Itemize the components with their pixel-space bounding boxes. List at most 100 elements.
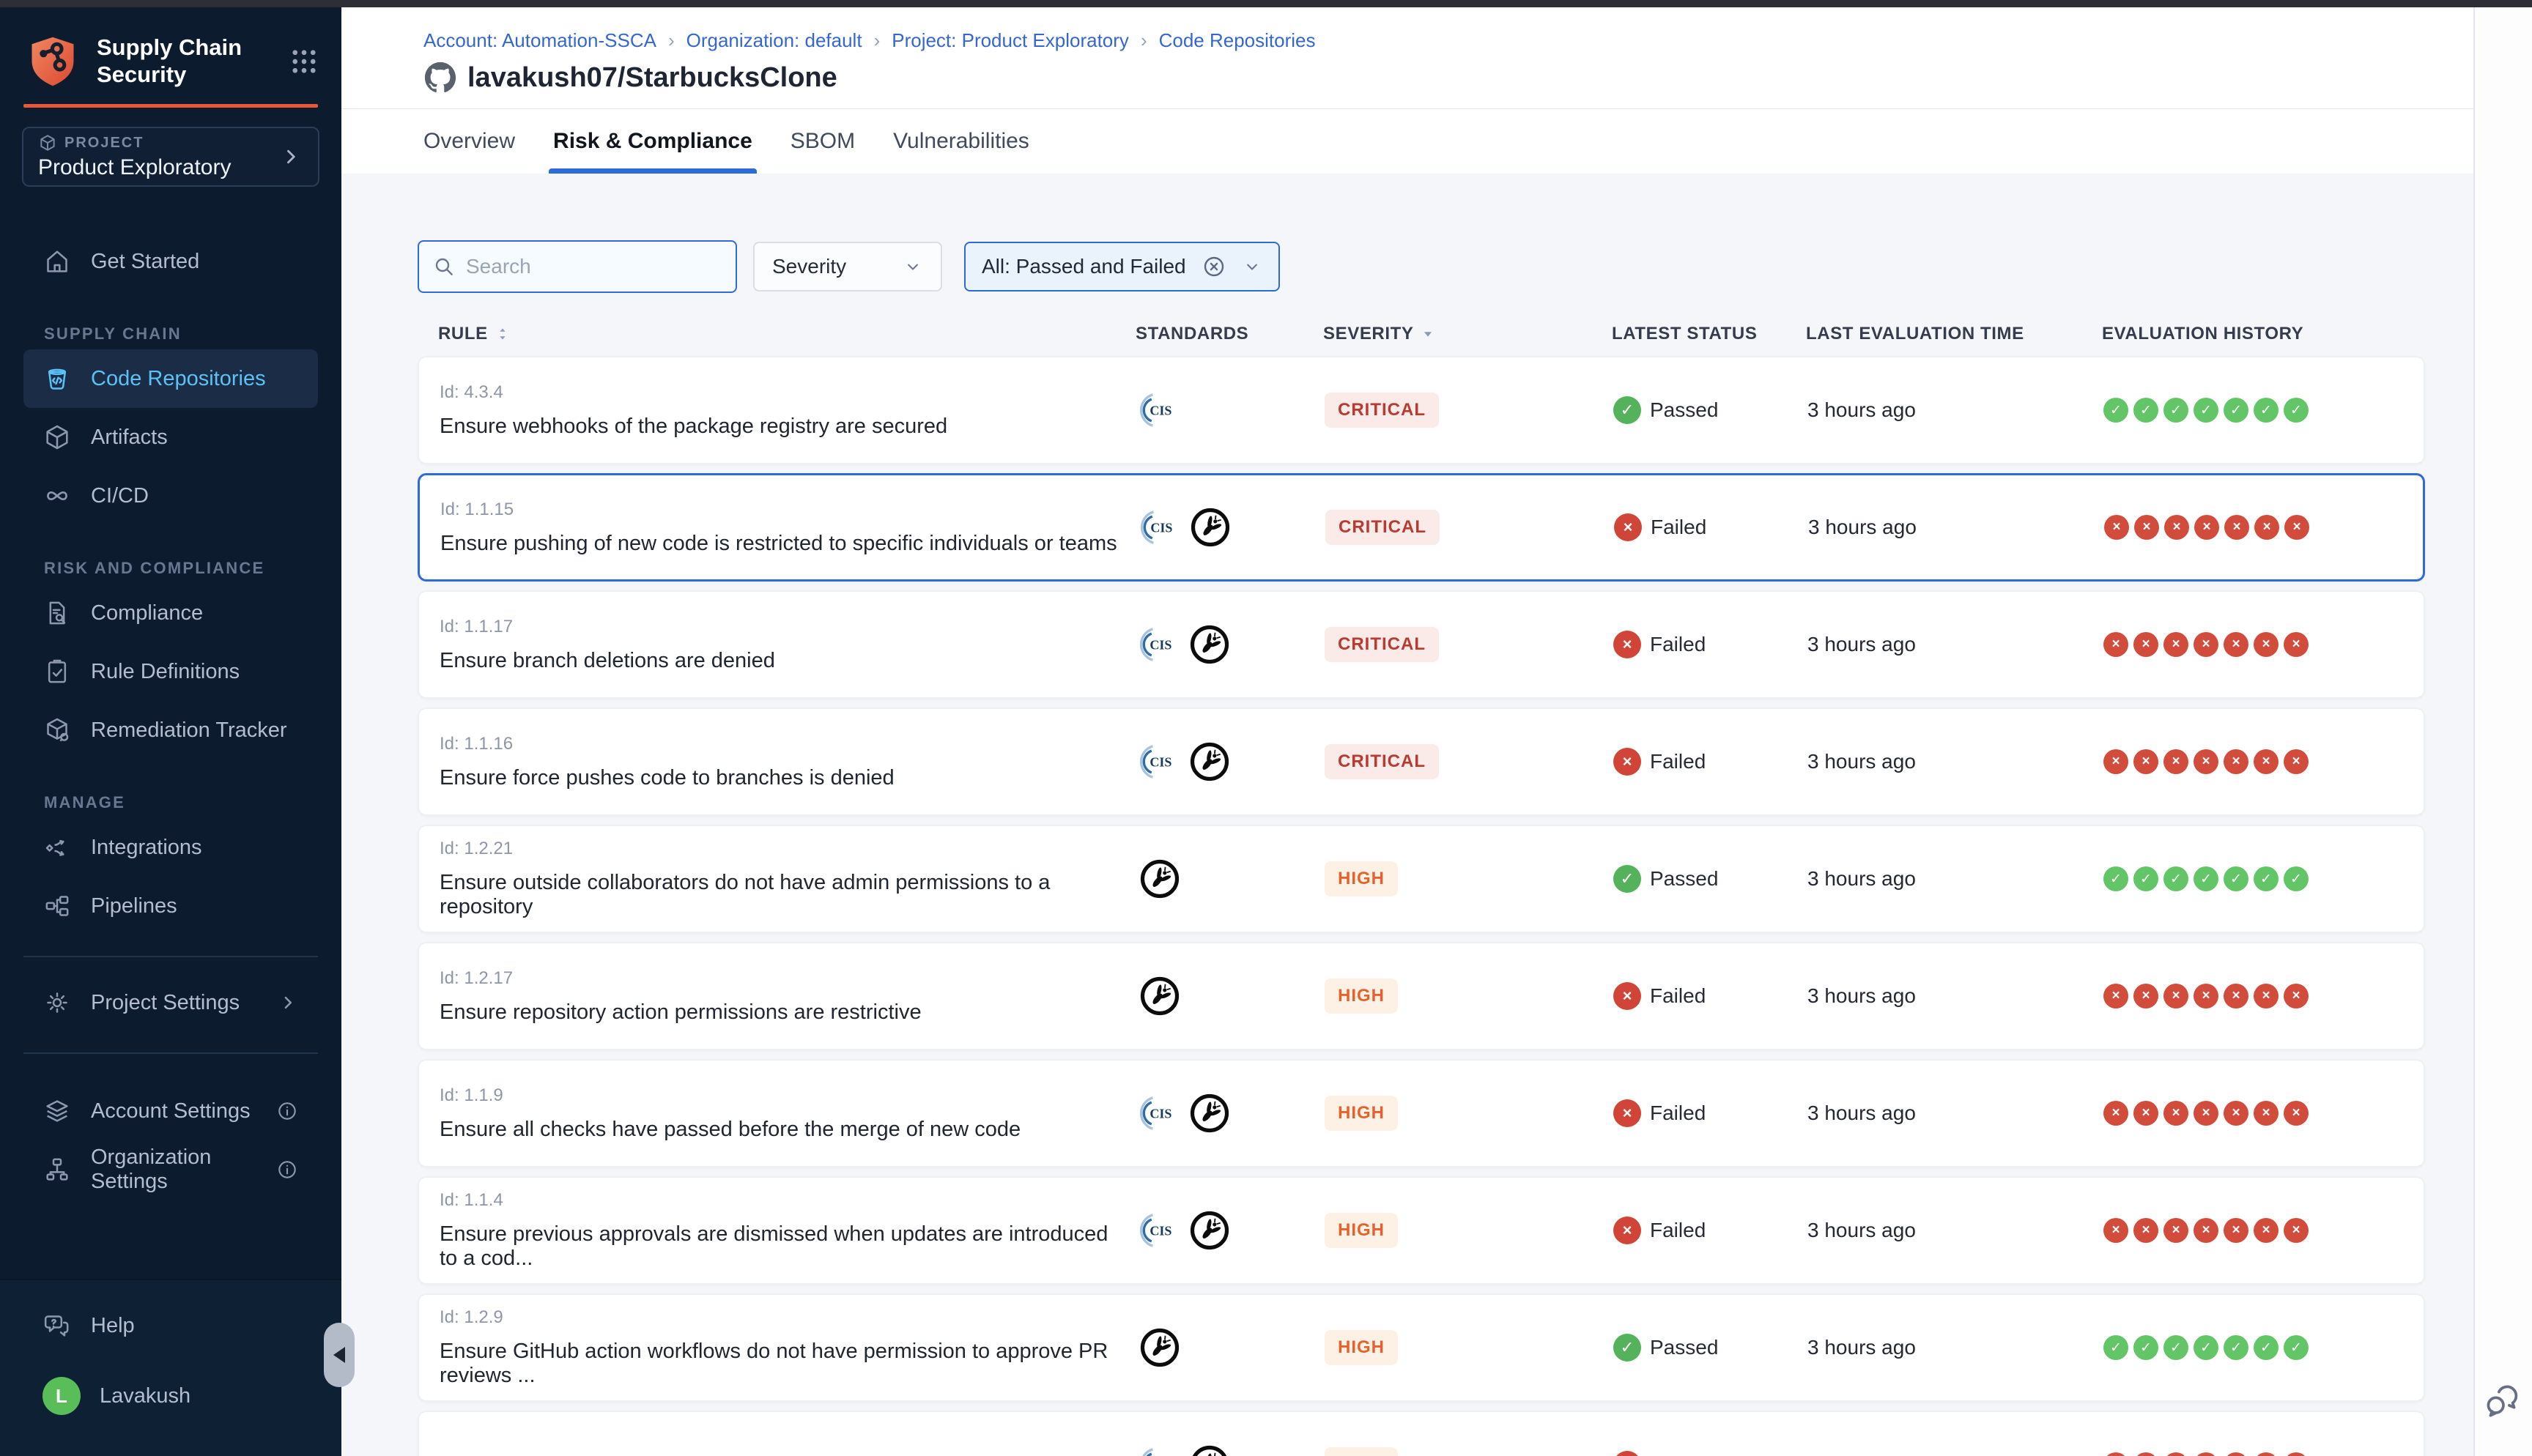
sidebar-item-project-settings[interactable]: Project Settings [23, 973, 318, 1032]
history-failed-icon[interactable]: × [2133, 984, 2158, 1009]
sidebar-collapse-handle[interactable] [324, 1323, 355, 1387]
severity-filter-dropdown[interactable]: Severity [753, 242, 942, 291]
history-failed-icon[interactable]: × [2164, 515, 2189, 540]
project-selector[interactable]: PROJECT Product Exploratory [22, 127, 319, 187]
sidebar-item-artifacts[interactable]: Artifacts [23, 408, 318, 467]
sidebar-item-remediation-tracker[interactable]: Remediation Tracker [23, 701, 318, 759]
sidebar-item-account-settings[interactable]: Account Settings [23, 1082, 318, 1140]
user-menu[interactable]: L Lavakush [23, 1367, 318, 1425]
tab-risk-compliance[interactable]: Risk & Compliance [553, 109, 752, 174]
breadcrumb-project-link[interactable]: Project: Product Exploratory [892, 29, 1129, 52]
history-passed-icon[interactable]: ✓ [2194, 866, 2218, 891]
history-failed-icon[interactable]: × [2133, 749, 2158, 774]
history-failed-icon[interactable]: × [2284, 1452, 2309, 1456]
sidebar-item-pipelines[interactable]: Pipelines [23, 877, 318, 935]
app-grid-icon[interactable] [289, 46, 319, 77]
history-passed-icon[interactable]: ✓ [2163, 1335, 2188, 1360]
status-filter-dropdown[interactable]: All: Passed and Failed [964, 242, 1280, 291]
table-row[interactable]: Id: 4.3.4Ensure webhooks of the package … [418, 356, 2425, 464]
history-passed-icon[interactable]: ✓ [2163, 866, 2188, 891]
sidebar-item-rule-definitions[interactable]: Rule Definitions [23, 642, 318, 701]
history-failed-icon[interactable]: × [2224, 1101, 2248, 1126]
table-row[interactable]: Id: 1.1.16Ensure force pushes code to br… [418, 707, 2425, 816]
tab-overview[interactable]: Overview [423, 109, 515, 174]
breadcrumb-account-link[interactable]: Account: Automation-SSCA [423, 29, 656, 52]
history-failed-icon[interactable]: × [2133, 1218, 2158, 1243]
history-failed-icon[interactable]: × [2224, 749, 2248, 774]
tab-vulnerabilities[interactable]: Vulnerabilities [893, 109, 1029, 174]
history-failed-icon[interactable]: × [2103, 749, 2128, 774]
history-failed-icon[interactable]: × [2194, 984, 2218, 1009]
breadcrumb-code-repositories-link[interactable]: Code Repositories [1159, 29, 1316, 52]
history-failed-icon[interactable]: × [2254, 515, 2279, 540]
history-failed-icon[interactable]: × [2254, 984, 2279, 1009]
sidebar-item-help[interactable]: Help [23, 1296, 318, 1355]
sort-icon[interactable] [494, 325, 511, 343]
history-failed-icon[interactable]: × [2194, 1101, 2218, 1126]
column-header-rule[interactable]: RULE [418, 324, 1121, 344]
sidebar-item-organization-settings[interactable]: Organization Settings [23, 1140, 318, 1199]
history-failed-icon[interactable]: × [2194, 1218, 2218, 1243]
breadcrumb-organization-link[interactable]: Organization: default [686, 29, 862, 52]
history-failed-icon[interactable]: × [2133, 632, 2158, 657]
filter-caret-down-icon[interactable] [1420, 326, 1436, 342]
clear-filter-icon[interactable] [1201, 253, 1227, 280]
history-failed-icon[interactable]: × [2284, 1218, 2309, 1243]
history-failed-icon[interactable]: × [2163, 632, 2188, 657]
history-failed-icon[interactable]: × [2103, 1218, 2128, 1243]
history-failed-icon[interactable]: × [2254, 1101, 2279, 1126]
history-failed-icon[interactable]: × [2254, 1218, 2279, 1243]
history-passed-icon[interactable]: ✓ [2254, 866, 2279, 891]
history-passed-icon[interactable]: ✓ [2103, 866, 2128, 891]
history-failed-icon[interactable]: × [2103, 984, 2128, 1009]
sidebar-item-cicd[interactable]: CI/CD [23, 467, 318, 525]
history-failed-icon[interactable]: × [2284, 515, 2309, 540]
history-failed-icon[interactable]: × [2133, 1452, 2158, 1456]
history-failed-icon[interactable]: × [2133, 1101, 2158, 1126]
history-passed-icon[interactable]: ✓ [2224, 866, 2248, 891]
table-row[interactable]: Id: 1.1.5CISHIGH×Failed3 hours ago××××××… [418, 1411, 2425, 1456]
history-passed-icon[interactable]: ✓ [2133, 866, 2158, 891]
column-header-severity[interactable]: SEVERITY [1304, 324, 1612, 344]
history-passed-icon[interactable]: ✓ [2284, 866, 2309, 891]
sidebar-item-code-repositories[interactable]: Code Repositories [23, 349, 318, 408]
history-failed-icon[interactable]: × [2194, 632, 2218, 657]
table-row[interactable]: Id: 1.2.21Ensure outside collaborators d… [418, 825, 2425, 933]
history-failed-icon[interactable]: × [2163, 749, 2188, 774]
history-failed-icon[interactable]: × [2284, 984, 2309, 1009]
history-failed-icon[interactable]: × [2224, 515, 2249, 540]
history-failed-icon[interactable]: × [2103, 1452, 2128, 1456]
table-row[interactable]: Id: 1.1.4Ensure previous approvals are d… [418, 1176, 2425, 1285]
table-row[interactable]: Id: 1.2.17Ensure repository action permi… [418, 942, 2425, 1050]
history-passed-icon[interactable]: ✓ [2284, 398, 2309, 423]
table-row[interactable]: Id: 1.1.15Ensure pushing of new code is … [418, 473, 2425, 582]
history-failed-icon[interactable]: × [2104, 515, 2129, 540]
scrollbar-track[interactable] [2473, 7, 2532, 1456]
history-passed-icon[interactable]: ✓ [2224, 398, 2248, 423]
history-failed-icon[interactable]: × [2254, 632, 2279, 657]
history-passed-icon[interactable]: ✓ [2163, 398, 2188, 423]
chat-support-icon[interactable] [2482, 1381, 2523, 1422]
history-failed-icon[interactable]: × [2224, 1452, 2248, 1456]
history-failed-icon[interactable]: × [2224, 984, 2248, 1009]
history-passed-icon[interactable]: ✓ [2103, 398, 2128, 423]
history-failed-icon[interactable]: × [2163, 1101, 2188, 1126]
history-passed-icon[interactable]: ✓ [2103, 1335, 2128, 1360]
history-failed-icon[interactable]: × [2254, 749, 2279, 774]
info-icon[interactable] [275, 1158, 299, 1181]
tab-sbom[interactable]: SBOM [791, 109, 855, 174]
history-passed-icon[interactable]: ✓ [2284, 1335, 2309, 1360]
info-icon[interactable] [275, 1099, 299, 1123]
table-row[interactable]: Id: 1.1.9Ensure all checks have passed b… [418, 1059, 2425, 1167]
sidebar-item-compliance[interactable]: Compliance [23, 584, 318, 642]
history-failed-icon[interactable]: × [2224, 632, 2248, 657]
history-failed-icon[interactable]: × [2284, 632, 2309, 657]
sidebar-item-integrations[interactable]: Integrations [23, 818, 318, 877]
history-passed-icon[interactable]: ✓ [2224, 1335, 2248, 1360]
history-failed-icon[interactable]: × [2224, 1218, 2248, 1243]
history-failed-icon[interactable]: × [2284, 749, 2309, 774]
history-passed-icon[interactable]: ✓ [2254, 1335, 2279, 1360]
history-failed-icon[interactable]: × [2103, 632, 2128, 657]
history-passed-icon[interactable]: ✓ [2254, 398, 2279, 423]
history-passed-icon[interactable]: ✓ [2194, 398, 2218, 423]
